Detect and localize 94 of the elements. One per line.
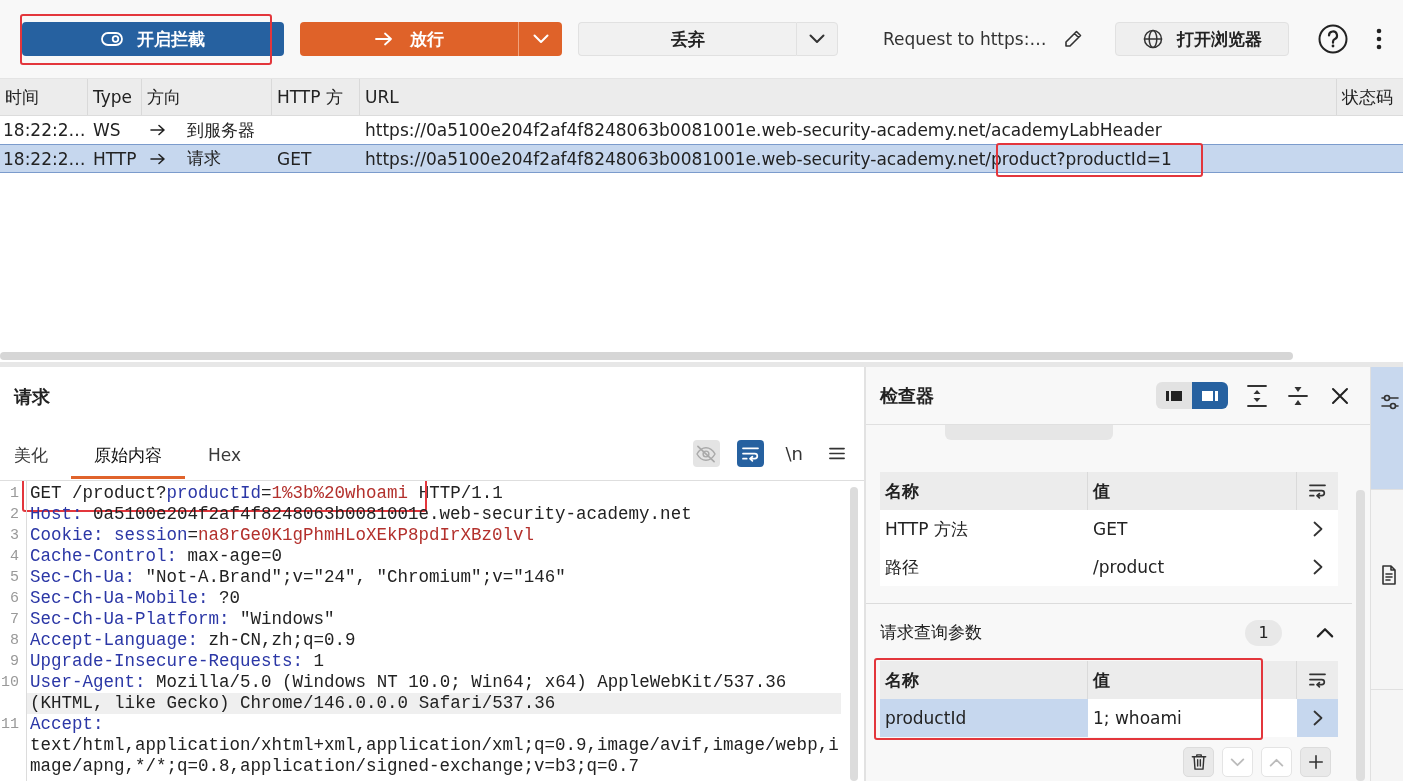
table-row[interactable]: 18:22:2… WS 到服务器 https://0a5100e204f2af4f8248063b0081001e.web-security-academy.net/academyLabHeader <box>0 116 1403 144</box>
panel-left-icon <box>1165 388 1183 403</box>
plus-icon <box>1307 754 1324 770</box>
type-text: HTTP <box>93 148 137 169</box>
table-row[interactable]: productId 1; whoami <box>880 699 1338 737</box>
section-title: 请求查询参数 <box>880 621 982 644</box>
line-number: 9 <box>0 651 27 672</box>
direction-text: 请求 <box>187 147 221 170</box>
pane-title: 请求 <box>14 385 50 409</box>
column-header[interactable]: 时间 <box>0 79 88 115</box>
side-tab[interactable] <box>1371 367 1403 490</box>
request-title: Request to https:… <box>883 29 1047 49</box>
chevron-down-icon <box>1230 757 1245 767</box>
globe-icon <box>1142 29 1163 49</box>
delete-button[interactable] <box>1183 747 1214 777</box>
code-line: Sec-Ch-Ua-Mobile: ?0 <box>29 588 242 609</box>
pane-title: 检查器 <box>880 383 934 408</box>
line-number: 1 <box>0 483 27 504</box>
arrow-right-icon <box>150 124 166 136</box>
table-row[interactable]: 路径 /product <box>880 548 1338 586</box>
time-text: 18:22:2… <box>3 120 86 140</box>
close-icon[interactable] <box>1331 386 1349 405</box>
count-badge: 1 <box>1245 619 1282 646</box>
document-icon <box>1381 565 1397 585</box>
tab[interactable]: 美化 <box>0 427 71 479</box>
chevron-right-icon[interactable] <box>1312 559 1323 575</box>
tab[interactable]: Hex <box>185 427 264 479</box>
table-row[interactable]: HTTP 方法 GET <box>880 510 1338 548</box>
open-browser-button[interactable]: 打开浏览器 <box>1115 22 1289 56</box>
caret-icon <box>809 34 825 44</box>
layout-toggle-button[interactable] <box>1156 382 1192 409</box>
line-number: 7 <box>0 609 27 630</box>
direction-text: 到服务器 <box>187 118 255 142</box>
code-line: Upgrade-Insecure-Requests: 1 <box>29 651 326 672</box>
pencil-icon[interactable] <box>1063 29 1084 49</box>
column-header[interactable]: URL <box>360 79 1337 115</box>
scrollbar[interactable] <box>1356 490 1365 781</box>
column-header[interactable]: 状态码 <box>1337 79 1403 115</box>
line-number: 4 <box>0 546 27 567</box>
text-wrap-icon[interactable] <box>1308 672 1327 688</box>
sliders-icon <box>1381 393 1399 411</box>
expand-all-icon[interactable] <box>1247 384 1267 407</box>
chevron-right-icon[interactable] <box>1312 710 1323 726</box>
scrollbar[interactable] <box>850 487 858 781</box>
code-line: Sec-Ch-Ua: "Not-A.Brand";v="24", "Chromium";v="146" <box>29 567 567 588</box>
trash-icon <box>1190 753 1207 771</box>
chevron-right-icon[interactable] <box>1312 521 1323 537</box>
code-line: Accept-Language: zh-CN,zh;q=0.9 <box>29 630 357 651</box>
wrap-toggle-button[interactable] <box>736 440 764 467</box>
value-text: /product <box>1093 557 1165 577</box>
text-wrap-icon <box>740 445 760 462</box>
add-button[interactable] <box>1300 747 1331 777</box>
name-text: HTTP 方法 <box>885 517 968 541</box>
scrollbar[interactable] <box>0 352 1293 360</box>
code-line: Cache-Control: max-age=0 <box>29 546 284 567</box>
layout-toggle-button[interactable] <box>1192 382 1228 409</box>
name-text: productId <box>885 708 967 728</box>
method-text: GET <box>277 148 312 169</box>
line-number: 11 <box>0 714 27 777</box>
line-number: 5 <box>0 567 27 588</box>
eye-slash-icon <box>695 444 717 463</box>
forward-button[interactable]: 放行 <box>300 22 518 56</box>
line-number: 3 <box>0 525 27 546</box>
url-text: https://0a5100e204f2af4f8248063b0081001e.web-security-academy.net/academyLabHeader <box>365 120 1162 140</box>
toggle-icon <box>101 32 123 46</box>
column-header[interactable]: 方向 <box>142 79 272 115</box>
column-header[interactable]: HTTP 方 <box>272 79 360 115</box>
newline-toggle-button[interactable]: \n <box>783 440 805 467</box>
chevron-up-icon <box>1269 757 1284 767</box>
intercept-button[interactable]: 开启拦截 <box>22 22 284 56</box>
code-line: Cookie: session=na8rGe0K1gPhmHLoXEkP8pdIrXBz0lvl <box>29 525 536 546</box>
menu-icon[interactable] <box>829 447 845 460</box>
name-text: 路径 <box>885 555 919 579</box>
value-text: GET <box>1093 519 1128 539</box>
chevron-up-icon[interactable] <box>1316 627 1334 638</box>
help-icon[interactable] <box>1318 24 1348 54</box>
arrow-right-icon <box>150 152 166 165</box>
text-wrap-icon[interactable] <box>1308 483 1327 499</box>
column-header[interactable]: Type <box>88 79 142 115</box>
code-line: Accept: text/html,application/xhtml+xml,application/xml;q=0.9,image/avif,image/webp,image/apng,*/*;q=0.8,application/signed-exchange;v=b3;q=0.7 <box>29 714 840 777</box>
panel-right-icon <box>1201 388 1219 403</box>
line-number: 2 <box>0 504 27 525</box>
caret-icon <box>532 34 549 44</box>
code-line: Sec-Ch-Ua-Platform: "Windows" <box>29 609 336 630</box>
value-text: 1; whoami <box>1093 708 1182 728</box>
line-number: 6 <box>0 588 27 609</box>
time-text: 18:22:2… <box>3 148 86 169</box>
type-text: WS <box>93 120 121 140</box>
collapse-all-icon[interactable] <box>1288 384 1308 407</box>
drop-button[interactable]: 丢弃 <box>578 22 796 56</box>
arrow-right-icon <box>374 32 393 46</box>
line-number: 10 <box>0 672 27 714</box>
more-options-icon[interactable] <box>1376 28 1382 50</box>
line-number: 8 <box>0 630 27 651</box>
